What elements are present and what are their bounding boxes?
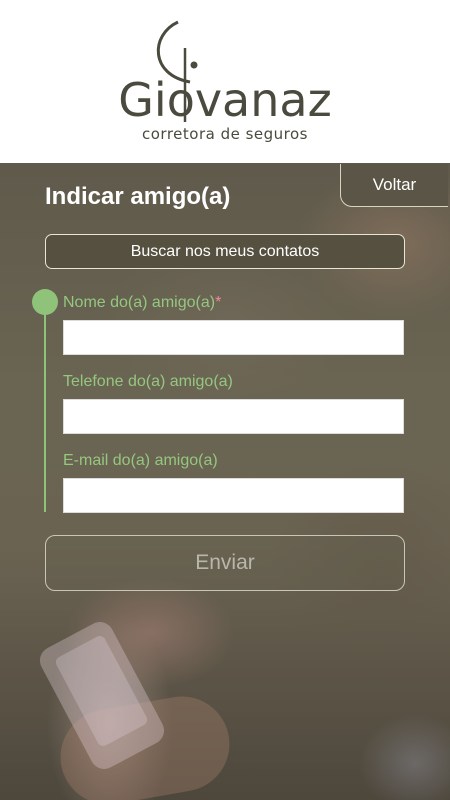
page-title: Indicar amigo(a) <box>45 183 231 210</box>
step-indicator-line <box>44 314 46 512</box>
friend-name-input[interactable] <box>63 320 404 355</box>
submit-button[interactable]: Enviar <box>45 535 405 591</box>
back-button[interactable]: Voltar <box>340 164 448 207</box>
logo-wordmark: Giovanaz <box>118 73 331 127</box>
email-field-label: E-mail do(a) amigo(a) <box>63 452 218 469</box>
brand-logo: Giovanaz corretora de seguros <box>0 0 450 163</box>
friend-phone-input[interactable] <box>63 399 404 434</box>
logo-tagline: corretora de seguros <box>142 125 308 143</box>
app-header: Giovanaz corretora de seguros <box>0 0 450 163</box>
search-contacts-button[interactable]: Buscar nos meus contatos <box>45 234 405 269</box>
phone-field-label: Telefone do(a) amigo(a) <box>63 373 233 390</box>
friend-email-input[interactable] <box>63 478 404 513</box>
step-indicator-dot <box>32 289 58 315</box>
name-label-text: Nome do(a) amigo(a) <box>63 294 216 311</box>
required-mark: * <box>215 294 222 311</box>
name-field-label: Nome do(a) amigo(a)* <box>63 294 221 312</box>
